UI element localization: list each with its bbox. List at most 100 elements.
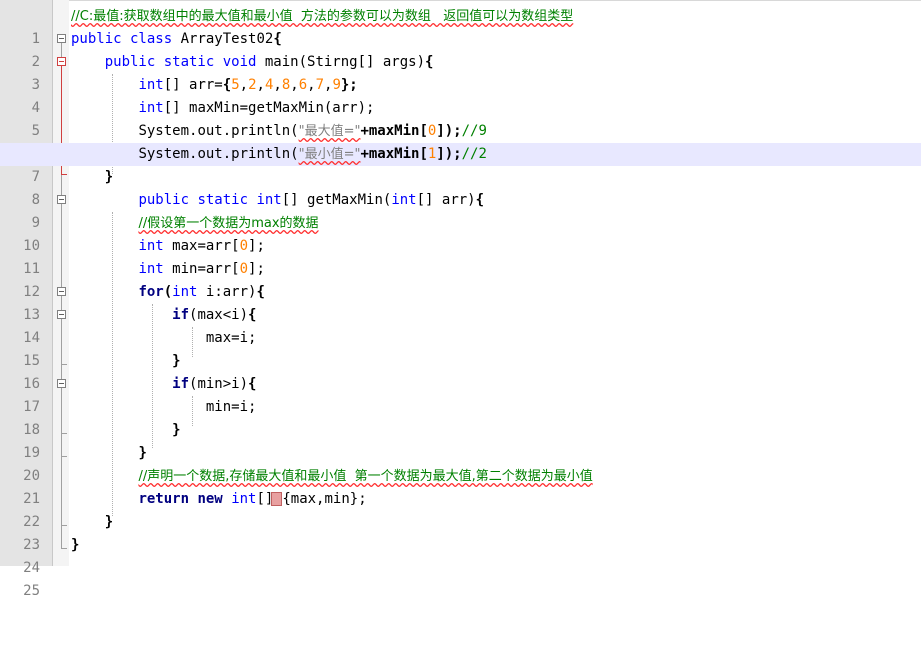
keyword: if — [172, 307, 190, 323]
code-text: (max<i) — [189, 307, 249, 323]
brace: } — [71, 537, 80, 553]
number: 9 — [332, 77, 341, 93]
brace: { — [475, 192, 485, 208]
code-line-25[interactable]: 25 — [0, 557, 921, 599]
code-text: ]; — [248, 238, 265, 254]
comment: //9 — [461, 123, 487, 139]
string-literal: "最小值=" — [298, 147, 361, 162]
code-text: System.out.println( — [138, 123, 299, 139]
method-signature: main(Stirng[] args) — [256, 54, 426, 70]
string-literal: "最大值=" — [298, 124, 361, 139]
comment: //声明一个数据,存储最大值和最小值 第一个数据为最大值,第二个数据为最小值 — [138, 469, 593, 484]
number: 8 — [281, 77, 291, 93]
type-keyword: int — [231, 491, 257, 507]
number: 5 — [231, 77, 240, 93]
comment: //2 — [461, 146, 487, 162]
type-keyword: int — [138, 261, 164, 277]
keyword: public class — [71, 31, 173, 47]
keyword: for — [138, 284, 164, 300]
code-line-18[interactable]: 18 min=i; — [0, 396, 921, 438]
code-text: min=i; — [205, 399, 257, 415]
code-line-10[interactable]: 10 //假设第一个数据为max的数据 — [0, 212, 921, 254]
code-text: {max,min}; — [282, 491, 367, 507]
brace: { — [425, 54, 434, 70]
code-editor[interactable]: 1 //C:最值:获取数组中的最大值和最小值 方法的参数可以为数组 返回值可以为… — [0, 0, 921, 599]
code-line-20[interactable]: 20 } — [0, 442, 921, 484]
code-line-5[interactable]: 5 int[] maxMin=getMaxMin(arr); — [0, 97, 921, 139]
comment: //C:最值:获取数组中的最大值和最小值 方法的参数可以为数组 返回值可以为数组… — [71, 9, 574, 24]
editor-top-border — [0, 0, 921, 1]
code-line-13[interactable]: 13 for(int i:arr){ — [0, 281, 921, 323]
number: 0 — [239, 261, 249, 277]
code-text: +maxMin[ — [360, 146, 428, 162]
fold-collapse-icon[interactable] — [57, 34, 66, 43]
brace: { — [222, 77, 232, 93]
code-text: System.out.println( — [138, 146, 299, 162]
code-line-22[interactable]: 22 return new int[] {max,min}; — [0, 488, 921, 530]
number: 4 — [264, 77, 274, 93]
keyword: return — [138, 491, 190, 507]
fold-collapse-icon[interactable] — [57, 287, 66, 296]
keyword: new — [197, 491, 223, 507]
code-line-23[interactable]: 23 } — [0, 511, 921, 553]
code-line-15[interactable]: 15 max=i; — [0, 327, 921, 369]
fold-collapse-icon[interactable] — [57, 310, 66, 319]
number: 0 — [239, 238, 249, 254]
type-keyword: int — [172, 284, 198, 300]
keyword: public static int — [138, 192, 282, 208]
code-line-14[interactable]: 14 if(max<i){ — [0, 304, 921, 346]
type-keyword: int — [138, 100, 164, 116]
code-text: i:arr) — [197, 284, 257, 300]
brace: } — [172, 353, 181, 369]
code-line-3[interactable]: 3 public static void main(Stirng[] args)… — [0, 51, 921, 93]
code-line-12[interactable]: 12 int min=arr[0]; — [0, 258, 921, 300]
number: 2 — [248, 77, 257, 93]
fold-collapse-icon[interactable] — [57, 195, 66, 204]
code-text: ]); — [436, 123, 462, 139]
code-text: ]); — [436, 146, 462, 162]
code-text: min=arr[ — [163, 261, 240, 277]
brace: { — [248, 307, 257, 323]
code-line-6[interactable]: 6 System.out.println("最大值="+maxMin[0]);/… — [0, 120, 921, 162]
code-text: [] arr= — [163, 77, 223, 93]
code-text: [] arr) — [416, 192, 476, 208]
code-text: (min>i) — [189, 376, 249, 392]
bookmark-marker-icon — [271, 492, 283, 506]
brace: } — [172, 422, 181, 438]
brace: } — [138, 445, 147, 461]
fold-collapse-icon[interactable] — [57, 57, 66, 66]
code-line-1[interactable]: 1 //C:最值:获取数组中的最大值和最小值 方法的参数可以为数组 返回值可以为… — [0, 5, 921, 47]
code-line-7[interactable]: 7 System.out.println("最小值="+maxMin[1]);/… — [0, 143, 921, 185]
comment: //假设第一个数据为max的数据 — [138, 216, 319, 231]
code-line-24[interactable]: 24 } — [0, 534, 921, 576]
code-lines: 1 //C:最值:获取数组中的最大值和最小值 方法的参数可以为数组 返回值可以为… — [0, 5, 921, 599]
code-line-17[interactable]: 17 if(min>i){ — [0, 373, 921, 415]
code-text: +maxMin[ — [360, 123, 428, 139]
code-line-11[interactable]: 11 int max=arr[0]; — [0, 235, 921, 277]
type-keyword: int — [391, 192, 417, 208]
number: 6 — [298, 77, 308, 93]
code-line-2[interactable]: 2 public class ArrayTest02{ — [0, 28, 921, 70]
brace: { — [248, 376, 257, 392]
code-line-16[interactable]: 16 } — [0, 350, 921, 392]
code-text: [] getMaxMin( — [281, 192, 392, 208]
code-text: max=i; — [205, 330, 257, 346]
brace: } — [104, 514, 114, 530]
code-text: max=arr[ — [163, 238, 240, 254]
code-line-9[interactable]: 9 public static int[] getMaxMin(int[] ar… — [0, 189, 921, 231]
keyword: public static void — [104, 54, 257, 70]
number: 7 — [315, 77, 324, 93]
fold-collapse-icon[interactable] — [57, 379, 66, 388]
brace: { — [256, 284, 265, 300]
code-line-4[interactable]: 4 int[] arr={5,2,4,8,6,7,9}; — [0, 74, 921, 116]
brace: } — [104, 169, 114, 185]
code-line-19[interactable]: 19 } — [0, 419, 921, 461]
code-text: [] maxMin=getMaxMin(arr); — [163, 100, 375, 116]
code-line-21[interactable]: 21 //声明一个数据,存储最大值和最小值 第一个数据为最大值,第二个数据为最小… — [0, 465, 921, 507]
code-text: ( — [163, 284, 173, 300]
type-keyword: int — [138, 77, 164, 93]
code-text: }; — [340, 77, 358, 93]
code-line-8[interactable]: 8 } — [0, 166, 921, 208]
type-keyword: int — [138, 238, 164, 254]
code-text: ]; — [248, 261, 265, 277]
